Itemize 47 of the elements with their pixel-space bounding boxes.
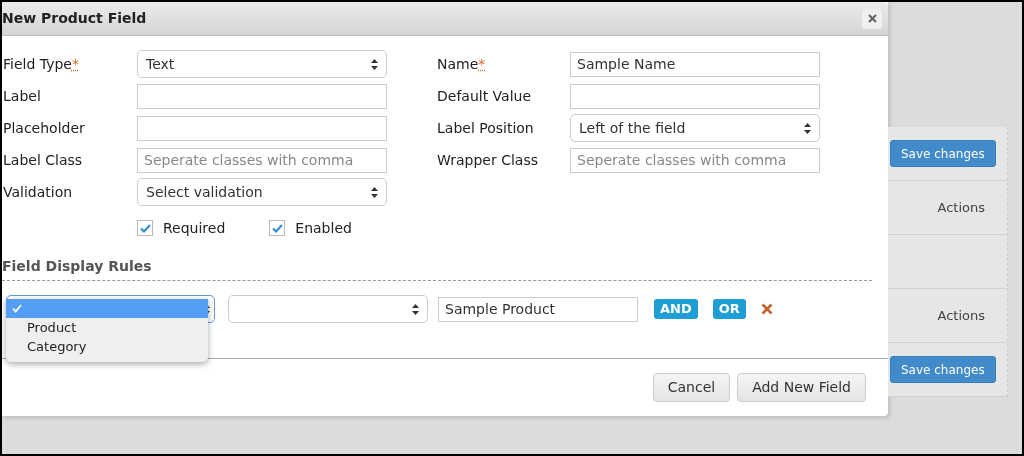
select-field[interactable]: Text (137, 50, 387, 78)
footer-button[interactable]: Add New Field (737, 373, 866, 402)
select-arrows-icon (371, 58, 378, 70)
close-icon (867, 14, 877, 23)
select-field[interactable] (228, 295, 428, 323)
actions-label: Actions (937, 198, 985, 217)
dialog-title: New Product Field (2, 9, 147, 28)
field-label: Name (437, 54, 479, 74)
checkbox[interactable] (269, 220, 286, 236)
dropdown-option[interactable] (6, 299, 208, 318)
field-label: Label Class (3, 150, 83, 170)
dropdown-option[interactable]: Product (6, 318, 208, 337)
save-button[interactable]: Save changes (890, 140, 996, 167)
select-arrows-icon (371, 186, 378, 198)
input-field[interactable]: Sample Product (438, 296, 638, 322)
input-field[interactable]: Seperate classes with comma (137, 147, 387, 173)
field-label: Wrapper Class (437, 150, 538, 170)
field-label: Placeholder (3, 118, 85, 138)
required-mark: * (71, 54, 79, 74)
actions-label: Actions (937, 306, 985, 325)
section-heading: Field Display Rules (2, 258, 152, 274)
input-field[interactable] (570, 83, 820, 109)
field-label: Label Position (437, 118, 534, 138)
field-label: Default Value (437, 86, 532, 106)
save-button[interactable]: Save changes (890, 356, 996, 383)
select-arrows-icon (804, 122, 811, 134)
select-arrows-icon (412, 303, 419, 315)
field-label: Label (3, 86, 41, 106)
remove-icon[interactable] (760, 303, 773, 315)
check-icon (139, 223, 151, 233)
check-icon (271, 223, 283, 233)
checkbox-label: Enabled (295, 218, 352, 238)
close-button[interactable] (862, 8, 882, 29)
input-field[interactable] (137, 115, 387, 141)
field-label: Field Type (3, 54, 72, 74)
input-field[interactable]: Seperate classes with comma (570, 147, 820, 173)
check-icon (12, 304, 22, 313)
select-field[interactable]: Select validation (137, 178, 387, 206)
select-field[interactable]: Left of the field (570, 114, 820, 142)
field-label: Validation (3, 182, 73, 202)
footer-button[interactable]: Cancel (652, 373, 731, 402)
input-field[interactable] (137, 83, 387, 109)
checkbox-label: Required (163, 218, 226, 238)
checkbox[interactable] (137, 220, 153, 236)
dropdown-option[interactable]: Category (6, 337, 208, 356)
input-field[interactable]: Sample Name (570, 51, 820, 77)
required-mark: * (478, 54, 486, 74)
